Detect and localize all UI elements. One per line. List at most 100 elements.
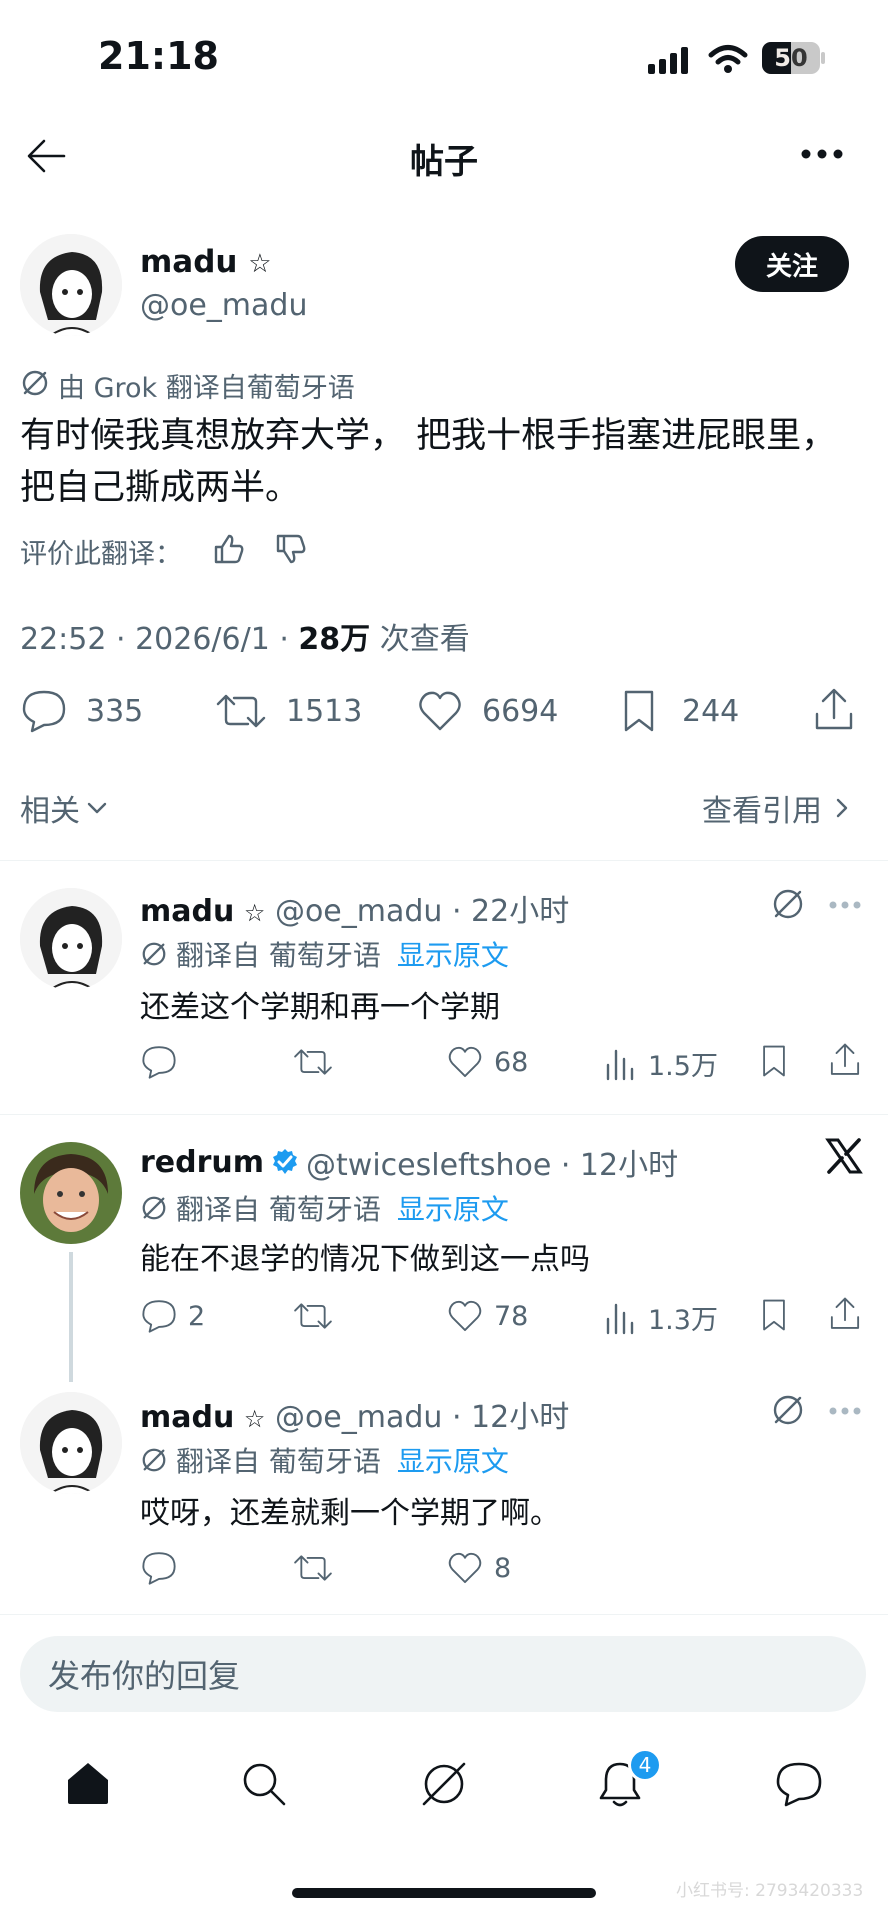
nav-messages-icon[interactable]: [774, 1760, 824, 1808]
translated-note: 由 Grok 翻译自葡萄牙语: [58, 373, 355, 404]
nav-search-icon[interactable]: [240, 1760, 288, 1808]
share-icon[interactable]: [812, 686, 856, 734]
cellular-signal-icon: [648, 46, 690, 74]
status-time: 21:18: [98, 34, 219, 78]
avatar[interactable]: [20, 1142, 122, 1244]
author-handle[interactable]: @oe_madu: [140, 288, 307, 323]
star-badge-icon: ☆: [248, 249, 272, 279]
post-timestamp: 22:52 · 2026/6/1 ·: [20, 622, 299, 657]
grok-translate-icon: [142, 1196, 166, 1220]
views-count: 28万: [298, 622, 371, 657]
share-icon[interactable]: [828, 1294, 862, 1334]
reply-text: 哎呀，还差就剩一个学期了啊。: [140, 1496, 560, 1531]
translate-line: 翻译自 葡萄牙语 显示原文: [140, 934, 509, 974]
show-original-link[interactable]: 显示原文: [397, 1188, 509, 1228]
share-icon[interactable]: [828, 1040, 862, 1080]
divider: [0, 1114, 888, 1115]
heart-icon: [448, 1046, 482, 1078]
page-title: 帖子: [410, 142, 478, 182]
like-count: 6694: [482, 693, 559, 729]
views-label: 次查看: [370, 622, 470, 657]
chevron-down-icon: [87, 802, 107, 814]
reply-action[interactable]: 335: [20, 688, 143, 734]
translate-line: 翻译自 葡萄牙语 显示原文: [140, 1188, 509, 1228]
reply-action[interactable]: 2: [140, 1298, 205, 1334]
grok-translate-icon: [142, 1448, 166, 1472]
verified-badge-icon: [273, 1149, 298, 1174]
reply-icon: [142, 1300, 176, 1333]
repost-icon: [216, 694, 266, 728]
analytics-icon: [606, 1303, 634, 1334]
reply-text: 能在不退学的情况下做到这一点吗: [140, 1242, 590, 1277]
reply-author-name[interactable]: madu: [140, 1400, 234, 1435]
reply-author-name[interactable]: madu: [140, 894, 234, 929]
reply-handle-time[interactable]: @oe_madu · 12小时: [275, 1400, 569, 1435]
rate-translation-label: 评价此翻译：: [20, 539, 182, 570]
thumbs-down-icon[interactable]: [274, 532, 308, 566]
like-count: 68: [494, 1046, 529, 1078]
bookmark-icon[interactable]: [758, 1296, 790, 1334]
heart-icon: [448, 1300, 482, 1332]
grok-icon[interactable]: [770, 886, 806, 922]
star-badge-icon: ☆: [243, 1405, 266, 1433]
translate-line: 翻译自 葡萄牙语 显示原文: [140, 1440, 509, 1480]
wifi-icon: [708, 44, 748, 74]
post-text: 有时候我真想放弃大学， 把我十根手指塞进屁眼里，把自己撕成两半。: [20, 416, 837, 508]
reply-handle-time[interactable]: @oe_madu · 22小时: [275, 894, 569, 929]
avatar[interactable]: [20, 234, 122, 336]
thumbs-up-icon[interactable]: [212, 532, 246, 566]
views-action[interactable]: 1.3万: [604, 1298, 718, 1337]
divider: [0, 1614, 888, 1615]
view-quotes-link[interactable]: 查看引用: [702, 786, 850, 830]
views-count: 1.3万: [648, 1305, 718, 1336]
related-dropdown[interactable]: 相关: [20, 786, 108, 830]
avatar[interactable]: [20, 888, 122, 990]
analytics-icon: [606, 1049, 634, 1080]
author-name[interactable]: madu ☆: [140, 244, 272, 280]
battery-icon: 50: [762, 42, 826, 74]
reply-icon[interactable]: [140, 1550, 178, 1586]
reply-header: redrum @twicesleftshoe · 12小时: [140, 1140, 678, 1184]
repost-action[interactable]: 1513: [214, 688, 362, 734]
like-action[interactable]: 68: [446, 1044, 528, 1080]
reply-author-name[interactable]: redrum: [140, 1145, 264, 1180]
more-options-icon[interactable]: [828, 900, 862, 910]
reply-handle-time[interactable]: @twicesleftshoe · 12小时: [306, 1140, 678, 1184]
star-badge-icon: ☆: [243, 899, 266, 927]
follow-button[interactable]: 关注: [735, 236, 849, 292]
post-meta: 22:52 · 2026/6/1 · 28万 次查看: [20, 614, 470, 658]
repost-icon[interactable]: [292, 1550, 334, 1586]
thread-line: [69, 1252, 73, 1382]
more-options-icon[interactable]: [828, 1406, 862, 1416]
avatar[interactable]: [20, 1392, 122, 1494]
reply-icon: [22, 690, 66, 733]
grok-icon[interactable]: [770, 1392, 806, 1428]
notification-badge: 4: [628, 1748, 662, 1782]
bookmark-icon: [624, 690, 654, 732]
like-count: 8: [494, 1552, 512, 1584]
like-action[interactable]: 78: [446, 1298, 528, 1334]
like-action[interactable]: 6694: [416, 688, 558, 734]
x-logo-icon[interactable]: [824, 1136, 864, 1176]
bookmark-icon[interactable]: [758, 1042, 790, 1080]
nav-home-icon[interactable]: [64, 1760, 112, 1806]
show-original-link[interactable]: 显示原文: [397, 934, 509, 974]
battery-level: 50: [774, 44, 808, 72]
chevron-right-icon: [836, 798, 848, 818]
heart-icon: [448, 1552, 482, 1584]
repost-icon[interactable]: [292, 1044, 334, 1080]
repost-icon[interactable]: [292, 1298, 334, 1334]
like-action[interactable]: 8: [446, 1550, 511, 1586]
reply-icon[interactable]: [140, 1044, 178, 1080]
more-options-icon[interactable]: [800, 146, 844, 162]
reply-header: madu ☆ @oe_madu · 22小时: [140, 886, 569, 930]
heart-icon: [419, 691, 461, 731]
like-count: 78: [494, 1300, 529, 1332]
views-action[interactable]: 1.5万: [604, 1044, 718, 1083]
bookmark-action[interactable]: 244: [618, 688, 739, 734]
home-indicator: [292, 1888, 596, 1898]
show-original-link[interactable]: 显示原文: [397, 1440, 509, 1480]
nav-grok-icon[interactable]: [418, 1758, 470, 1810]
grok-translate-icon: [20, 368, 50, 398]
reply-input[interactable]: 发布你的回复: [20, 1636, 866, 1712]
